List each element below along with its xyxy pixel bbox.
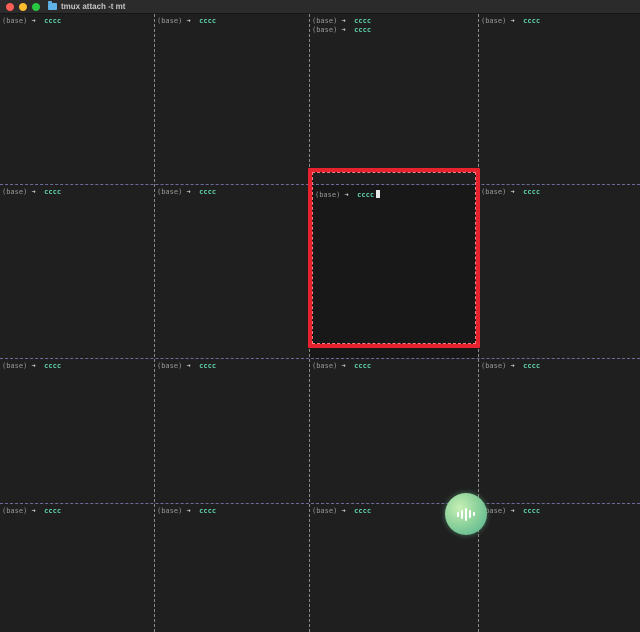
prompt-directory: cccc (199, 188, 217, 196)
window-title-text: tmux attach -t mt (61, 2, 126, 11)
pane-divider-horizontal[interactable] (0, 358, 640, 359)
prompt-directory: cccc (354, 362, 372, 370)
voice-input-button[interactable] (445, 493, 487, 535)
prompt-arrow-icon: ➜ (341, 362, 346, 370)
window-title: tmux attach -t mt (48, 1, 126, 11)
terminal-pane[interactable]: (base) ➜ cccc (155, 14, 309, 184)
prompt-directory: cccc (523, 17, 541, 25)
prompt-env: (base) (312, 17, 338, 25)
folder-icon (48, 1, 57, 10)
terminal-pane[interactable]: (base) ➜ cccc (155, 185, 309, 358)
prompt-line: (base) ➜ cccc (481, 362, 638, 371)
prompt-directory: cccc (354, 26, 372, 34)
prompt-directory: cccc (523, 507, 541, 515)
close-button[interactable] (6, 2, 14, 11)
prompt-arrow-icon: ➜ (341, 507, 346, 515)
minimize-button[interactable] (19, 2, 27, 11)
prompt-directory: cccc (44, 188, 62, 196)
terminal-pane[interactable]: (base) ➜ cccc (479, 504, 640, 632)
prompt-env: (base) (2, 188, 28, 196)
prompt-arrow-icon: ➜ (510, 17, 515, 25)
waveform-icon (457, 507, 475, 521)
prompt-line: (base) ➜ cccc (2, 362, 152, 371)
prompt-arrow-icon: ➜ (186, 188, 191, 196)
terminal-pane[interactable]: (base) ➜ cccc (479, 14, 640, 184)
prompt-env: (base) (2, 362, 28, 370)
prompt-directory: cccc (44, 507, 62, 515)
prompt-arrow-icon: ➜ (186, 17, 191, 25)
pane-divider-vertical[interactable] (154, 14, 155, 632)
prompt-line: (base) ➜ cccc (157, 362, 307, 371)
prompt-env: (base) (312, 362, 338, 370)
prompt-line: (base) ➜ cccc (2, 188, 152, 197)
prompt-arrow-icon: ➜ (510, 188, 515, 196)
terminal-pane[interactable]: (base) ➜ cccc (479, 359, 640, 503)
terminal-pane[interactable]: (base) ➜ cccc (479, 185, 640, 358)
prompt-line: (base) ➜ cccc (157, 17, 307, 26)
prompt-directory: cccc (354, 507, 372, 515)
prompt-env: (base) (157, 362, 183, 370)
terminal-pane[interactable]: (base) ➜ cccc (0, 359, 154, 503)
prompt-line: (base) ➜ cccc (2, 507, 152, 516)
prompt-line: (base) ➜ cccc (312, 26, 476, 35)
active-pane-border (308, 168, 480, 348)
zoom-button[interactable] (32, 2, 40, 11)
prompt-line: (base) ➜ cccc (481, 188, 638, 197)
prompt-arrow-icon: ➜ (31, 507, 36, 515)
terminal-pane[interactable]: (base) ➜ cccc (0, 14, 154, 184)
terminal-pane[interactable]: (base) ➜ cccc (310, 359, 478, 503)
prompt-arrow-icon: ➜ (186, 507, 191, 515)
terminal-pane[interactable]: (base) ➜ cccc (155, 359, 309, 503)
prompt-arrow-icon: ➜ (31, 17, 36, 25)
window-titlebar: tmux attach -t mt (0, 0, 640, 14)
prompt-env: (base) (157, 507, 183, 515)
prompt-directory: cccc (44, 362, 62, 370)
prompt-arrow-icon: ➜ (341, 17, 346, 25)
prompt-arrow-icon: ➜ (510, 362, 515, 370)
prompt-env: (base) (481, 188, 507, 196)
prompt-env: (base) (157, 188, 183, 196)
prompt-line: (base) ➜ cccc (157, 507, 307, 516)
prompt-arrow-icon: ➜ (186, 362, 191, 370)
prompt-arrow-icon: ➜ (31, 188, 36, 196)
prompt-line: (base) ➜ cccc (312, 17, 476, 26)
prompt-arrow-icon: ➜ (341, 26, 346, 34)
prompt-env: (base) (312, 26, 338, 34)
prompt-directory: cccc (199, 17, 217, 25)
prompt-line: (base) ➜ cccc (481, 507, 638, 516)
terminal-pane[interactable]: (base) ➜ cccc (0, 185, 154, 358)
terminal-pane[interactable]: (base) ➜ cccc (base) ➜ cccc (310, 14, 478, 184)
prompt-env: (base) (2, 17, 28, 25)
terminal-pane[interactable]: (base) ➜ cccc (0, 504, 154, 632)
pane-divider-horizontal[interactable] (0, 503, 640, 504)
prompt-directory: cccc (44, 17, 62, 25)
prompt-line: (base) ➜ cccc (157, 188, 307, 197)
prompt-arrow-icon: ➜ (510, 507, 515, 515)
terminal-pane[interactable]: (base) ➜ cccc (155, 504, 309, 632)
prompt-directory: cccc (199, 507, 217, 515)
window-controls (6, 2, 40, 11)
prompt-line: (base) ➜ cccc (481, 17, 638, 26)
prompt-env: (base) (312, 507, 338, 515)
prompt-env: (base) (157, 17, 183, 25)
prompt-line: (base) ➜ cccc (2, 17, 152, 26)
prompt-directory: cccc (523, 362, 541, 370)
prompt-env: (base) (481, 17, 507, 25)
prompt-directory: cccc (199, 362, 217, 370)
prompt-env: (base) (2, 507, 28, 515)
prompt-env: (base) (481, 362, 507, 370)
prompt-directory: cccc (523, 188, 541, 196)
prompt-arrow-icon: ➜ (31, 362, 36, 370)
prompt-directory: cccc (354, 17, 372, 25)
prompt-line: (base) ➜ cccc (312, 362, 476, 371)
